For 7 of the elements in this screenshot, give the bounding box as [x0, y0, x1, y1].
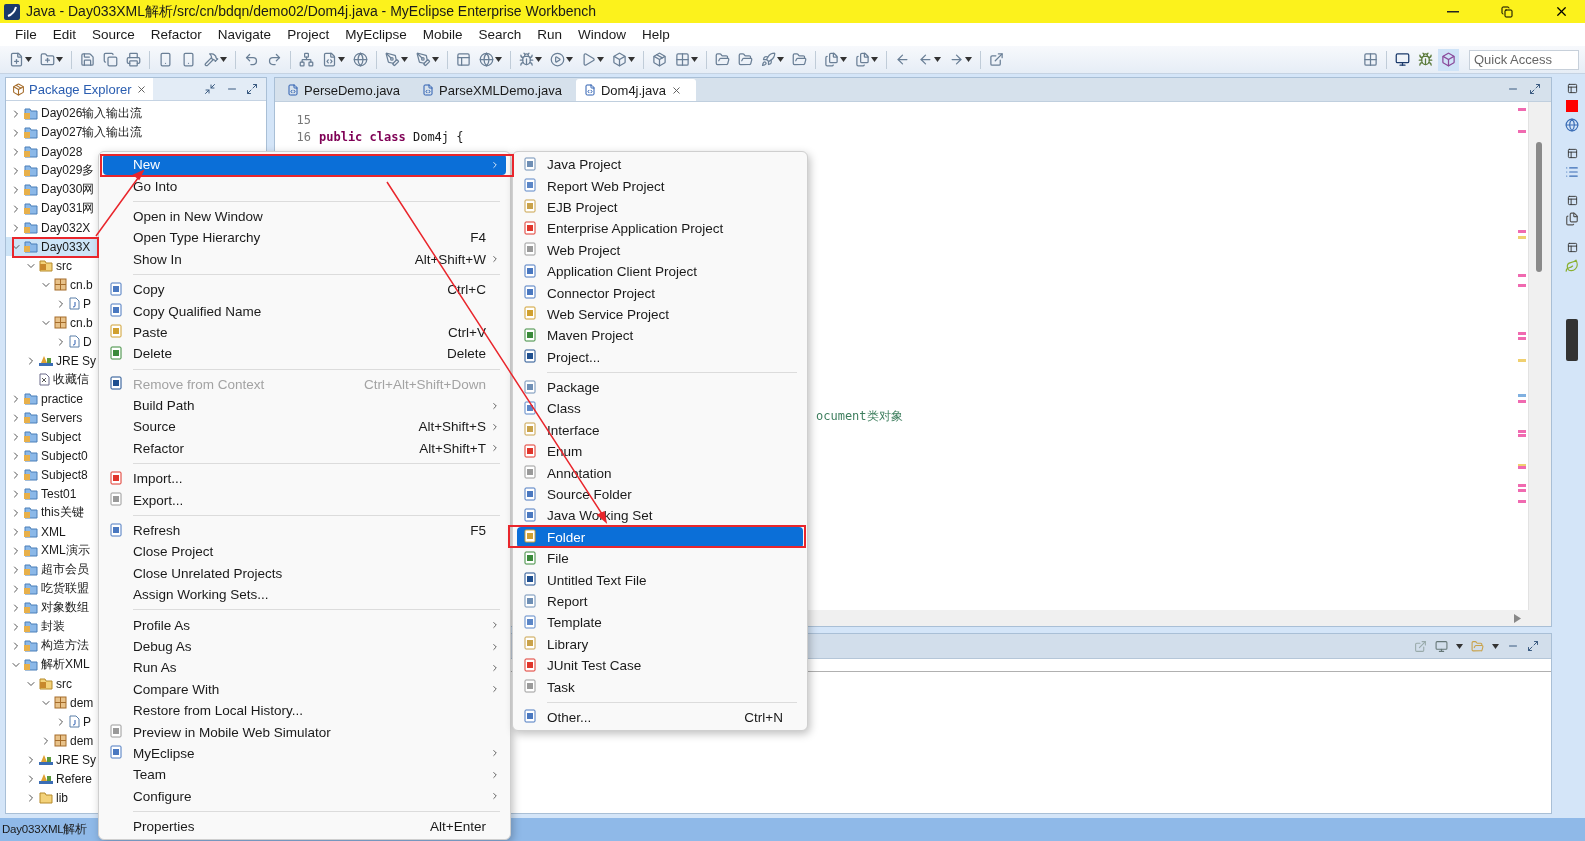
code-comment: ocument类对象 — [816, 408, 903, 423]
window-title: Java - Day033XML解析/src/cn/bdqn/demo02/Dom4j.java - MyEclipse Enterprise Workbench — [26, 2, 598, 21]
line-number: 15 — [295, 112, 311, 129]
code-text: Dom4j { — [411, 129, 464, 144]
line-number: 16 — [295, 128, 311, 146]
status-text: Day033XML解析 — [2, 822, 88, 837]
code-keyword: public class — [319, 129, 406, 144]
